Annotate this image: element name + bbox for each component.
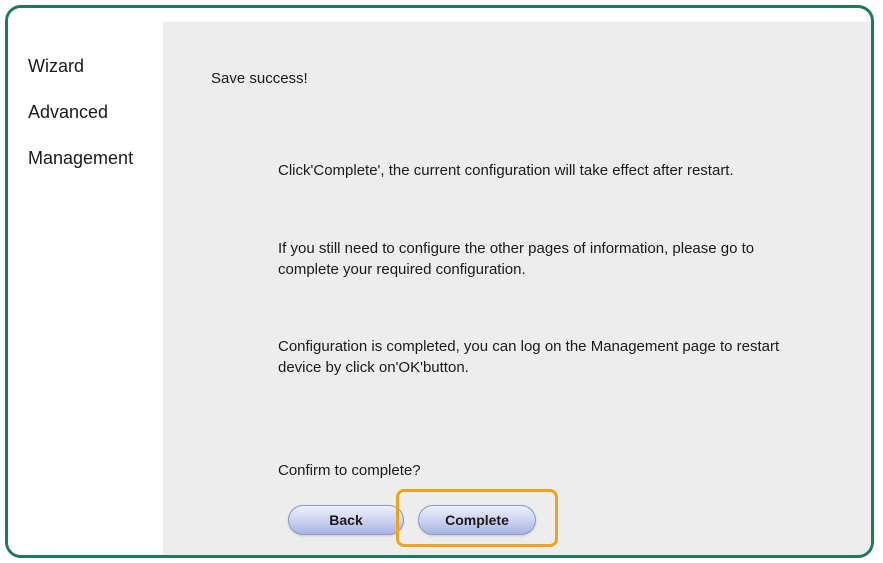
main-content: Save success! Click'Complete', the curre… (163, 22, 871, 555)
sidebar-item-wizard[interactable]: Wizard (28, 56, 84, 77)
info-paragraph-other-pages: If you still need to configure the other… (278, 240, 755, 278)
confirm-prompt: Confirm to complete? (278, 462, 421, 479)
sidebar: Wizard Advanced Management (8, 8, 163, 555)
info-paragraph-management: Configuration is completed, you can log … (278, 338, 780, 376)
save-status-message: Save success! (211, 70, 308, 87)
back-button[interactable]: Back (288, 505, 404, 535)
sidebar-item-management[interactable]: Management (28, 148, 133, 169)
complete-button[interactable]: Complete (418, 505, 536, 535)
info-paragraph-restart: Click'Complete', the current configurati… (278, 162, 734, 179)
app-frame: Wizard Advanced Management Save success!… (5, 5, 874, 558)
sidebar-item-advanced[interactable]: Advanced (28, 102, 108, 123)
